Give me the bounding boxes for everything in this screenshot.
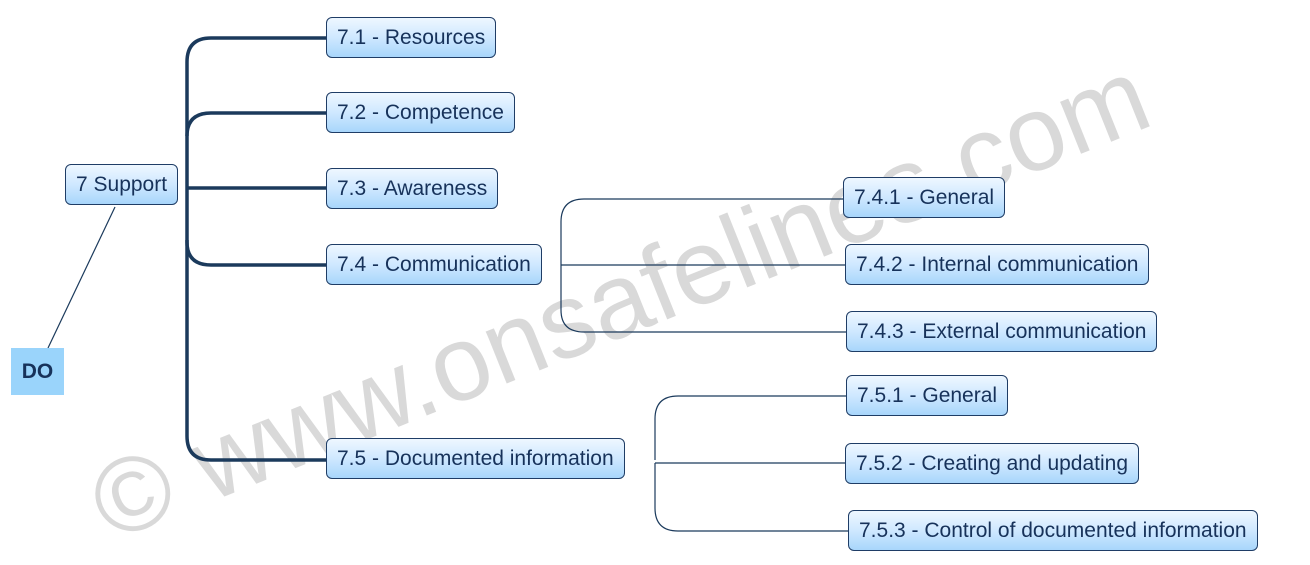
node-7-5-2[interactable]: 7.5.2 - Creating and updating [845,443,1140,484]
do-tag: DO [11,348,64,395]
node-7-3[interactable]: 7.3 - Awareness [326,168,499,209]
connector-7-4 [185,186,326,267]
connector-7-5-3 [654,463,848,532]
node-7-4[interactable]: 7.4 - Communication [326,244,542,285]
node-7-5-3[interactable]: 7.5.3 - Control of documented informatio… [848,510,1258,551]
node-7-support[interactable]: 7 Support [65,164,179,205]
node-7-5-1[interactable]: 7.5.1 - General [846,375,1009,416]
connector-7-2 [185,111,326,137]
node-7-4-1[interactable]: 7.4.1 - General [843,177,1006,218]
connector-do [47,206,116,349]
node-7-1[interactable]: 7.1 - Resources [326,17,497,58]
connector-7-4-3 [560,265,846,333]
node-7-2[interactable]: 7.2 - Competence [326,92,515,133]
node-7-4-3[interactable]: 7.4.3 - External communication [846,311,1158,352]
connector-7-5-1 [654,395,846,460]
node-7-4-2[interactable]: 7.4.2 - Internal communication [845,244,1150,285]
connector-7-4-1 [560,198,843,265]
connector-7-5 [185,240,326,462]
node-7-5[interactable]: 7.5 - Documented information [326,438,625,479]
